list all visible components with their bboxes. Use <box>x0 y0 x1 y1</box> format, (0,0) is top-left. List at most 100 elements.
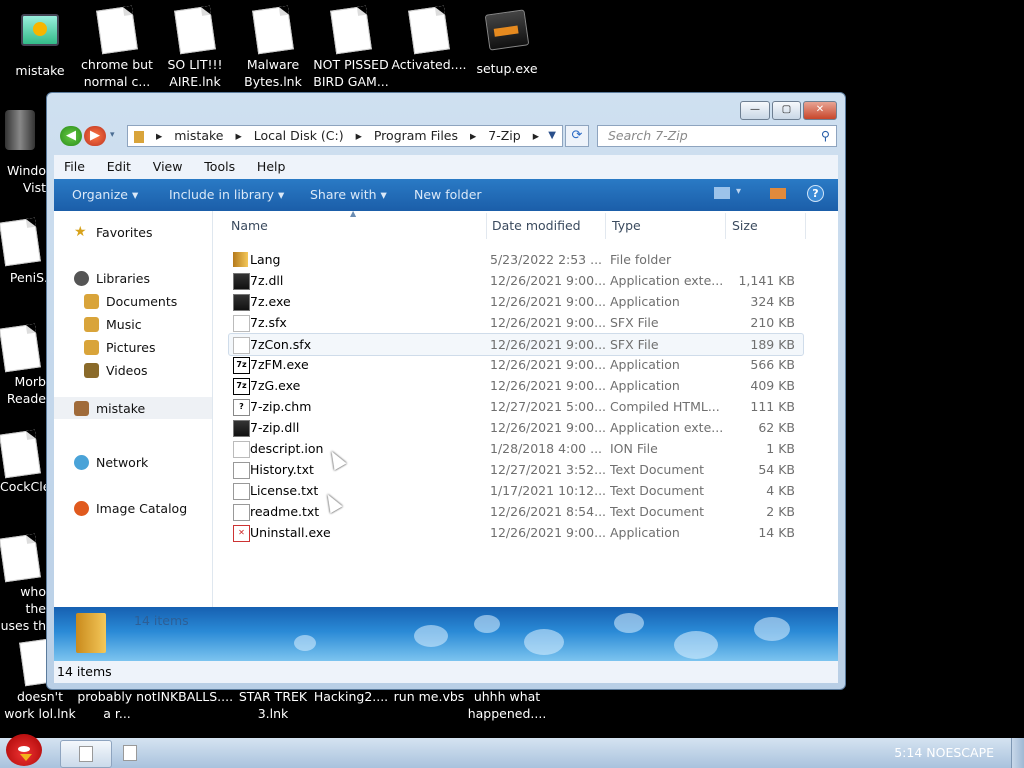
desktop-icon-star-trek[interactable]: STAR TREK 3.lnk <box>233 688 313 722</box>
file-row[interactable]: History.txt 12/27/2021 3:52... Text Docume… <box>229 459 803 480</box>
view-options-icon[interactable] <box>714 187 730 199</box>
address-bar[interactable]: ▸ mistake ▸ Local Disk (C:) ▸ Program Fi… <box>127 125 563 147</box>
nav-mistake[interactable]: mistake <box>54 397 212 419</box>
nav-music[interactable]: Music <box>84 317 142 332</box>
desktop-icon-malwarebytes[interactable]: Malware Bytes.lnk <box>233 5 313 90</box>
file-size: 62 KB <box>758 420 795 435</box>
file-row[interactable]: 7zCon.sfx 12/26/2021 9:00... SFX File 189 K… <box>228 333 804 356</box>
file-row[interactable]: 7z 7zG.exe 12/26/2021 9:00... Application 40… <box>229 375 803 396</box>
star-icon: ★ <box>74 224 87 240</box>
menu-view[interactable]: View <box>153 155 183 179</box>
desktop-icon-activated[interactable]: Activated.... <box>389 5 469 73</box>
file-type: Compiled HTML... <box>610 399 720 414</box>
nav-label: Music <box>106 317 142 332</box>
breadcrumb-sep-icon: ▸ <box>355 128 362 143</box>
show-desktop-button[interactable] <box>1011 738 1024 768</box>
nav-network[interactable]: Network <box>74 455 148 470</box>
file-date: 12/26/2021 9:00... <box>490 378 605 393</box>
address-dropdown-icon[interactable]: ▼ <box>548 126 556 146</box>
nav-documents[interactable]: Documents <box>84 294 177 309</box>
desktop-label-penis: PeniS. <box>9 270 48 285</box>
file-row[interactable]: Lang 5/23/2022 2:53 ... File folder <box>229 249 803 270</box>
nav-image-catalog[interactable]: Image Catalog <box>74 501 187 516</box>
refresh-button[interactable]: ⟳ <box>565 125 589 147</box>
organize-button[interactable]: Organize ▾ <box>72 187 138 202</box>
file-row[interactable]: 7z 7zFM.exe 12/26/2021 9:00... Application 5… <box>229 354 803 375</box>
view-dropdown-icon[interactable]: ▾ <box>736 186 741 197</box>
nav-favorites[interactable]: ★ Favorites <box>74 224 152 241</box>
new-folder-button[interactable]: New folder <box>414 187 482 202</box>
file-row[interactable]: 7z.dll 12/26/2021 9:00... Application exte… <box>229 270 803 291</box>
desktop-icon-uhhh[interactable]: uhhh what happened.... <box>467 688 547 722</box>
document-icon <box>0 533 41 583</box>
nav-label: Pictures <box>106 340 156 355</box>
desktop-icon-mistake[interactable]: mistake <box>0 8 80 79</box>
preview-pane-icon[interactable] <box>770 188 786 199</box>
column-header-size[interactable]: Size <box>732 213 758 239</box>
document-icon <box>0 429 41 479</box>
breadcrumb-item[interactable]: 7-Zip <box>488 128 520 143</box>
nav-pictures[interactable]: Pictures <box>84 340 156 355</box>
desktop-icon-windows-vista[interactable] <box>0 110 46 158</box>
desktop-icon-cockcle[interactable] <box>0 429 46 480</box>
title-bar[interactable]: — ▢ ✕ <box>47 93 845 123</box>
desktop-icon-not-pissed-bird[interactable]: NOT PISSED BIRD GAM... <box>311 5 391 90</box>
desktop-icon-probably[interactable]: probably not a r... <box>77 688 157 722</box>
file-row[interactable]: ✕ Uninstall.exe 12/26/2021 9:00... Applicat… <box>229 522 803 543</box>
text-icon <box>233 483 250 500</box>
file-row[interactable]: descript.ion 1/28/2018 4:00 ... ION File 1 … <box>229 438 803 459</box>
installer-icon <box>484 9 530 56</box>
help-icon[interactable]: ? <box>807 185 824 202</box>
desktop-icon-inkballs[interactable]: INKBALLS.... <box>155 688 235 705</box>
menu-tools[interactable]: Tools <box>204 155 235 179</box>
menu-edit[interactable]: Edit <box>107 155 131 179</box>
desktop-icon-so-lit[interactable]: SO LIT!!! AIRE.lnk <box>155 5 235 90</box>
file-type: Application <box>610 357 680 372</box>
desktop-icon-who-the[interactable] <box>0 533 46 584</box>
desktop-icon-setup[interactable]: setup.exe <box>467 8 547 77</box>
breadcrumb-item[interactable]: Local Disk (C:) <box>254 128 344 143</box>
file-row[interactable]: 7-zip.dll 12/26/2021 9:00... Application e… <box>229 417 803 438</box>
file-row[interactable]: 7z.exe 12/26/2021 9:00... Application 324 K… <box>229 291 803 312</box>
file-row[interactable]: License.txt 1/17/2021 10:12... Text Docume… <box>229 480 803 501</box>
nav-label: Image Catalog <box>96 501 188 516</box>
search-input[interactable]: Search 7-Zip ⚲ <box>597 125 837 147</box>
file-type: ION File <box>610 441 658 456</box>
file-row[interactable]: readme.txt 12/26/2021 8:54... Text Documen… <box>229 501 803 522</box>
file-type: Application exte... <box>610 420 722 435</box>
column-header-name[interactable]: Name <box>231 213 268 239</box>
maximize-button[interactable]: ▢ <box>772 101 801 120</box>
include-in-library-button[interactable]: Include in library ▾ <box>169 187 284 202</box>
file-row[interactable]: 7z.sfx 12/26/2021 9:00... SFX File 210 KB <box>229 312 803 333</box>
close-button[interactable]: ✕ <box>803 101 837 120</box>
column-divider[interactable] <box>805 213 806 239</box>
menu-help[interactable]: Help <box>257 155 286 179</box>
desktop-icon-run-me[interactable]: run me.vbs <box>389 688 469 705</box>
column-header-type[interactable]: Type <box>612 213 641 239</box>
clock[interactable]: 5:14 NOESCAPE <box>894 745 994 760</box>
file-date: 1/28/2018 4:00 ... <box>490 441 603 456</box>
desktop-icon-chrome[interactable]: chrome but normal c... <box>77 5 157 90</box>
breadcrumb-item[interactable]: Program Files <box>374 128 458 143</box>
column-header-date[interactable]: Date modified <box>492 213 581 239</box>
column-divider[interactable] <box>725 213 726 239</box>
desktop-icon-morb-reader[interactable] <box>0 323 46 374</box>
desktop-icon-penis[interactable] <box>0 217 46 268</box>
column-divider[interactable] <box>605 213 606 239</box>
back-button[interactable]: ◀ <box>60 126 82 146</box>
share-with-button[interactable]: Share with ▾ <box>310 187 387 202</box>
desktop-icon-hacking2[interactable]: Hacking2.... <box>311 688 391 705</box>
menu-file[interactable]: File <box>64 155 85 179</box>
file-date: 12/26/2021 8:54... <box>490 504 605 519</box>
nav-videos[interactable]: Videos <box>84 363 148 378</box>
breadcrumb-item[interactable]: mistake <box>174 128 223 143</box>
forward-button[interactable]: ▶ <box>84 126 106 146</box>
nav-libraries[interactable]: Libraries <box>74 271 150 286</box>
history-dropdown-icon[interactable]: ▾ <box>110 130 115 140</box>
minimize-button[interactable]: — <box>740 101 770 120</box>
taskbar-button[interactable] <box>105 740 155 766</box>
column-divider[interactable] <box>486 213 487 239</box>
start-button[interactable] <box>2 732 46 768</box>
file-row[interactable]: ? 7-zip.chm 12/27/2021 5:00... Compiled HTM… <box>229 396 803 417</box>
search-icon[interactable]: ⚲ <box>821 126 830 146</box>
